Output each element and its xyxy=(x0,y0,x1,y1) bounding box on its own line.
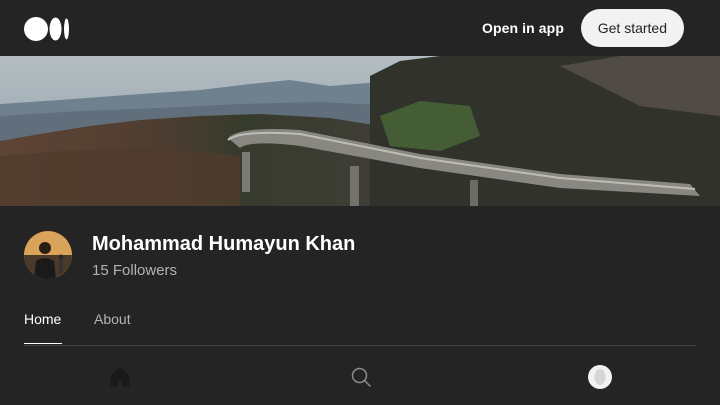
top-bar: Open in app Get started xyxy=(0,0,720,56)
profile-tabs: Home About xyxy=(24,310,696,346)
search-icon[interactable] xyxy=(349,365,373,389)
user-avatar[interactable] xyxy=(24,231,72,279)
open-in-app-link[interactable]: Open in app xyxy=(482,20,564,36)
profile-name: Mohammad Humayun Khan xyxy=(92,233,356,255)
medium-logo-icon[interactable] xyxy=(24,17,70,41)
bottom-navigation xyxy=(0,355,720,405)
tab-home[interactable]: Home xyxy=(24,311,61,327)
followers-count-link[interactable]: 15 Followers xyxy=(92,262,177,279)
active-tab-indicator xyxy=(24,343,62,344)
profile-avatar-icon[interactable] xyxy=(588,365,612,389)
home-icon[interactable] xyxy=(108,365,132,389)
profile-banner-image xyxy=(0,56,720,206)
get-started-button[interactable]: Get started xyxy=(580,9,684,47)
tab-about[interactable]: About xyxy=(94,311,131,327)
